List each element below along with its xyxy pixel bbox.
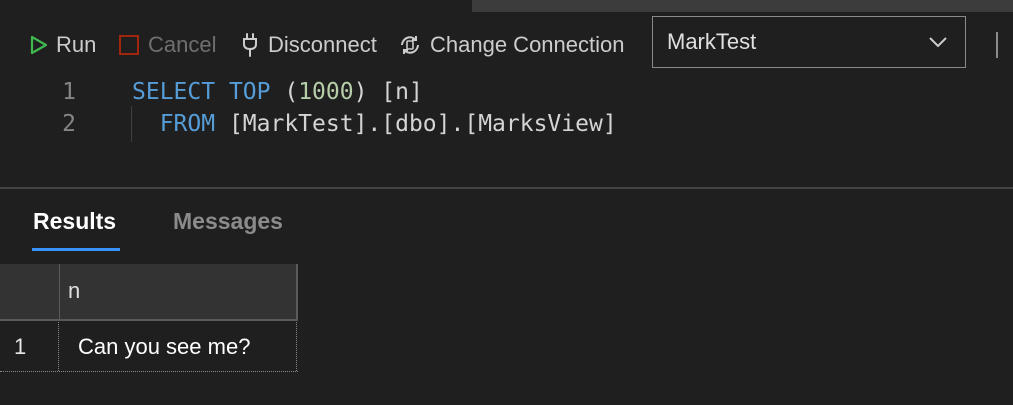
code-line: 2 FROM [MarkTest].[dbo].[MarksView]	[0, 108, 1013, 140]
code-text: FROM [MarkTest].[dbo].[MarksView]	[132, 108, 617, 140]
column-header-n[interactable]: n	[68, 278, 80, 304]
code-column: ) [n]	[353, 79, 423, 105]
database-select[interactable]: MarkTest	[652, 16, 966, 68]
query-toolbar: Run Cancel Disconnect Change Connection …	[0, 16, 1013, 74]
play-icon	[30, 35, 48, 55]
cell-value: Can you see me?	[78, 334, 251, 359]
code-line: 1 SELECT TOP (1000) [n]	[0, 76, 1013, 108]
change-connection-label: Change Connection	[430, 32, 625, 57]
code-keyword: FROM	[132, 111, 216, 137]
row-number: 1	[14, 334, 27, 359]
code-keyword: SELECT	[132, 79, 216, 105]
code-table-ref: [MarkTest].[dbo].[MarksView]	[215, 111, 617, 137]
run-label: Run	[56, 32, 97, 57]
cancel-label: Cancel	[148, 32, 217, 57]
grid-corner-cell[interactable]	[0, 264, 60, 319]
table-cell[interactable]: Can you see me?	[60, 322, 297, 371]
line-number: 1	[62, 79, 76, 105]
active-tab-indicator	[32, 248, 120, 251]
toolbar-divider	[996, 32, 998, 58]
chevron-down-icon	[927, 31, 949, 59]
tab-results[interactable]: Results	[33, 208, 116, 235]
column-resize-handle[interactable]	[296, 264, 298, 319]
cancel-button[interactable]: Cancel	[118, 30, 216, 60]
change-connection-button[interactable]: Change Connection	[398, 30, 624, 60]
run-button[interactable]: Run	[30, 30, 96, 60]
query-editor[interactable]: 1 SELECT TOP (1000) [n] 2 FROM [MarkTest…	[0, 72, 1013, 184]
code-keyword: TOP	[228, 79, 271, 105]
plug-icon	[240, 32, 260, 58]
code-text: SELECT TOP (1000) [n]	[132, 76, 423, 108]
connection-icon	[398, 33, 422, 57]
code-paren: (	[270, 79, 299, 105]
table-row: 1 Can you see me?	[0, 322, 298, 372]
row-number-cell[interactable]: 1	[0, 322, 59, 371]
title-bar-strip	[472, 0, 1013, 12]
code-number: 1000	[298, 79, 354, 105]
line-number: 2	[62, 111, 76, 137]
results-tabs: Results Messages	[0, 200, 1013, 252]
grid-header: n	[0, 264, 298, 321]
tab-messages[interactable]: Messages	[173, 208, 283, 235]
database-select-value: MarkTest	[667, 29, 757, 54]
disconnect-label: Disconnect	[268, 32, 377, 57]
disconnect-button[interactable]: Disconnect	[240, 30, 377, 60]
stop-icon	[118, 34, 140, 56]
pane-splitter[interactable]	[0, 187, 1013, 189]
